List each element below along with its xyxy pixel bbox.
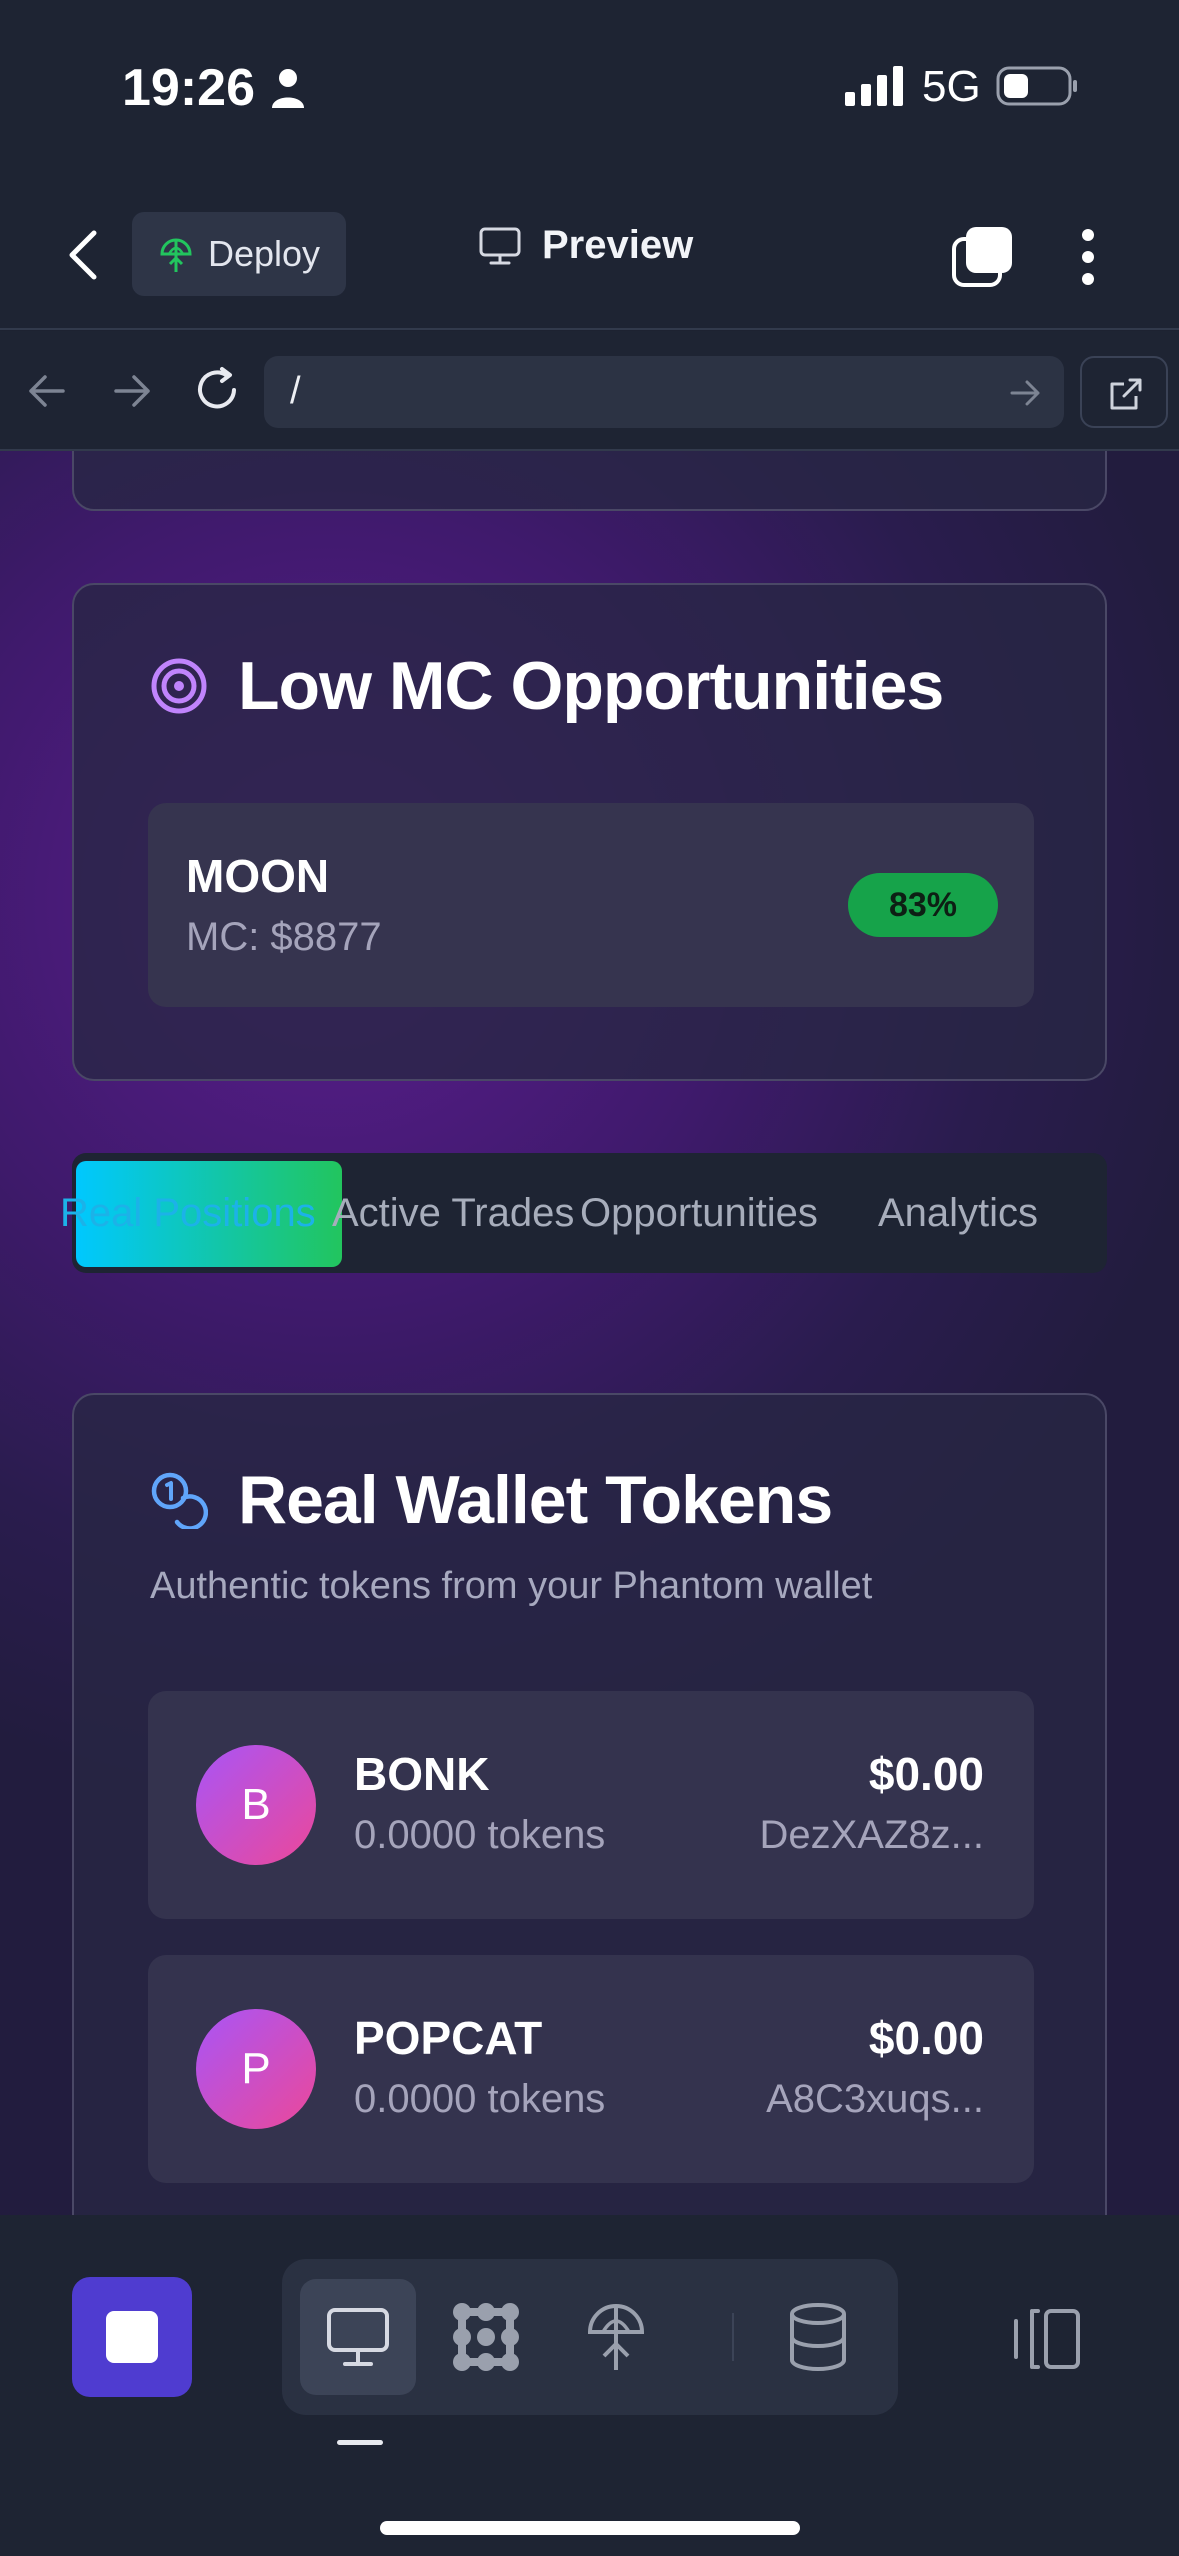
preview-label: Preview — [542, 223, 694, 267]
go-arrow-icon[interactable] — [1008, 376, 1042, 410]
chevron-left-icon[interactable] — [60, 227, 110, 283]
token-name: POPCAT — [354, 2012, 543, 2064]
app-header: Deploy Preview — [0, 175, 1179, 330]
token-avatar: B — [196, 1745, 316, 1865]
arrow-left-icon[interactable] — [25, 369, 69, 413]
opportunity-badge: 83% — [848, 873, 998, 937]
stop-icon — [106, 2311, 158, 2363]
deploy-label: Deploy — [208, 233, 321, 274]
tab-analytics[interactable]: Analytics — [878, 1191, 1038, 1236]
preview-title[interactable]: Preview — [478, 223, 693, 268]
token-value: $0.00 — [868, 2012, 984, 2064]
nodes-view-button[interactable] — [428, 2279, 544, 2395]
wallet-header: Real Wallet Tokens — [150, 1461, 833, 1539]
opportunity-mc: MC: $8877 — [186, 915, 382, 959]
active-view-indicator — [337, 2440, 383, 2445]
monitor-icon — [327, 2308, 389, 2366]
token-row[interactable]: P POPCAT 0.0000 tokens $0.00 A8C3xuqs... — [148, 1955, 1034, 2183]
external-link-icon — [1110, 378, 1142, 410]
arrow-right-icon[interactable] — [110, 369, 154, 413]
browser-bar: / — [0, 331, 1179, 451]
previous-card — [72, 451, 1107, 511]
tab-bar: Real Positions Active Trades Opportuniti… — [60, 1153, 1107, 1273]
deploy-button[interactable]: Deploy — [132, 212, 346, 296]
wallet-title: Real Wallet Tokens — [238, 1462, 833, 1538]
signal-icon — [845, 66, 903, 106]
low-mc-header: Low MC Opportunities — [150, 647, 944, 725]
more-vertical-icon[interactable] — [1072, 227, 1112, 287]
tab-real-positions[interactable]: Real Positions — [60, 1191, 316, 1236]
reload-icon[interactable] — [192, 365, 242, 415]
bottom-toolbar — [0, 2215, 1179, 2556]
low-mc-title: Low MC Opportunities — [238, 648, 944, 724]
tab-active-trades[interactable]: Active Trades — [332, 1191, 574, 1236]
opportunity-item[interactable]: MOON MC: $8877 83% — [148, 803, 1034, 1007]
monitor-icon — [479, 227, 521, 264]
copy-icon[interactable] — [950, 225, 1014, 289]
token-address: DezXAZ8z... — [759, 1813, 984, 1857]
open-external-button[interactable] — [1080, 356, 1168, 428]
deploy-icon — [160, 238, 192, 272]
token-name: BONK — [354, 1748, 490, 1800]
wallet-tokens-card: Real Wallet Tokens Authentic tokens from… — [72, 1393, 1107, 2215]
wallet-subtitle: Authentic tokens from your Phantom walle… — [150, 1565, 873, 1607]
database-icon — [790, 2303, 846, 2371]
stop-button[interactable] — [72, 2277, 192, 2397]
url-bar[interactable]: / — [264, 356, 1064, 428]
token-amount: 0.0000 tokens — [354, 2077, 606, 2121]
token-amount: 0.0000 tokens — [354, 1813, 606, 1857]
coins-icon — [151, 1472, 208, 1529]
token-avatar: P — [196, 2009, 316, 2129]
network-label: 5G — [922, 62, 981, 111]
deploy-icon — [587, 2304, 645, 2370]
url-text[interactable]: / — [290, 370, 301, 413]
status-bar: 19:26 5G — [0, 0, 1179, 175]
opportunity-name: MOON — [186, 850, 330, 902]
status-time: 19:26 — [122, 59, 255, 117]
battery-icon — [996, 66, 1077, 106]
deploy-view-button[interactable] — [558, 2279, 674, 2395]
tab-opportunities[interactable]: Opportunities — [580, 1191, 818, 1236]
home-indicator — [380, 2521, 800, 2535]
nodes-icon — [453, 2303, 519, 2371]
target-icon — [151, 658, 207, 714]
database-view-button[interactable] — [760, 2279, 876, 2395]
token-row[interactable]: B BONK 0.0000 tokens $0.00 DezXAZ8z... — [148, 1691, 1034, 1919]
person-icon — [272, 69, 304, 108]
page-content: Low MC Opportunities MOON MC: $8877 83% … — [0, 451, 1179, 2215]
toolbar-divider — [732, 2313, 734, 2361]
token-value: $0.00 — [868, 1748, 984, 1800]
token-address: A8C3xuqs... — [766, 2077, 984, 2121]
preview-view-button[interactable] — [300, 2279, 416, 2395]
panel-toggle-icon[interactable] — [1010, 2307, 1082, 2371]
low-mc-card: Low MC Opportunities MOON MC: $8877 83% — [72, 583, 1107, 1081]
view-switcher — [282, 2259, 898, 2415]
